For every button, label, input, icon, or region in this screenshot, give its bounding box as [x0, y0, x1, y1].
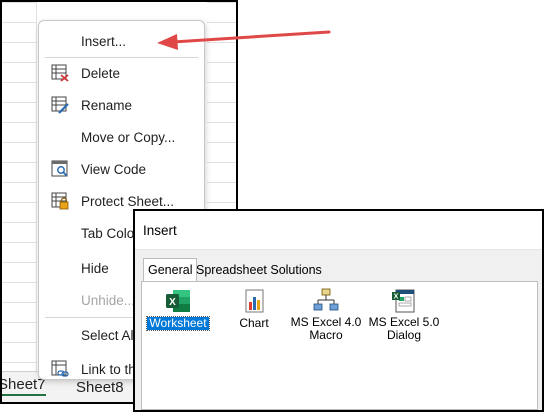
menu-label: Link to thi — [81, 361, 139, 377]
svg-text:X: X — [169, 297, 176, 308]
dialog-title-bar: Insert — [135, 211, 542, 250]
menu-label: Select All — [81, 327, 137, 343]
tab-label: Spreadsheet Solutions — [196, 263, 322, 277]
menu-label: Unhide... — [81, 292, 136, 308]
tab-general[interactable]: General — [143, 258, 198, 282]
view-code-icon — [51, 160, 68, 177]
menu-item-delete[interactable]: Delete — [39, 57, 204, 89]
dialog-tab-strip: General Spreadsheet Solutions — [135, 251, 542, 282]
delete-sheet-icon — [51, 64, 69, 82]
template-chart[interactable]: Chart — [218, 288, 290, 332]
excel-worksheet-icon: X — [166, 290, 190, 312]
tab-spreadsheet-solutions[interactable]: Spreadsheet Solutions — [192, 261, 326, 281]
menu-label: Rename — [81, 97, 133, 113]
chart-icon — [245, 289, 264, 313]
menu-label: Hide — [81, 260, 109, 276]
insert-dialog: Insert General Spreadsheet Solutions X W… — [133, 209, 544, 412]
menu-label: Insert... — [81, 33, 127, 49]
menu-label: Move or Copy... — [81, 129, 176, 145]
template-label: MS Excel 4.0 Macro — [290, 315, 362, 342]
menu-label: View Code — [81, 161, 147, 177]
menu-label: Protect Sheet... — [81, 193, 175, 209]
template-label: Worksheet — [146, 316, 210, 331]
menu-item-view-code[interactable]: View Code — [39, 153, 204, 185]
template-excel-4-macro[interactable]: MS Excel 4.0 Macro — [286, 288, 366, 344]
menu-item-move-or-copy[interactable]: Move or Copy... — [39, 121, 204, 153]
dialog-icon: X — [392, 289, 415, 313]
protect-sheet-icon — [51, 192, 69, 210]
svg-text:X: X — [394, 294, 399, 301]
menu-label: Tab Color — [81, 225, 139, 241]
macro-icon — [313, 288, 339, 311]
template-label: Chart — [239, 316, 269, 330]
template-label: MS Excel 5.0 Dialog — [368, 315, 440, 342]
link-icon — [51, 360, 69, 377]
general-tab-page: X Worksheet Chart MS Excel 4.0 Macro X M… — [141, 281, 538, 410]
template-excel-5-dialog[interactable]: X MS Excel 5.0 Dialog — [364, 288, 444, 344]
rename-sheet-icon — [51, 96, 69, 114]
menu-label: Delete — [81, 65, 121, 81]
menu-item-rename[interactable]: Rename — [39, 89, 204, 121]
tab-label: General — [148, 263, 193, 277]
spreadsheet-grid-left — [2, 2, 37, 372]
dialog-title: Insert — [143, 223, 177, 238]
red-arrow-annotation — [157, 30, 331, 50]
template-worksheet[interactable]: X Worksheet — [142, 288, 214, 332]
